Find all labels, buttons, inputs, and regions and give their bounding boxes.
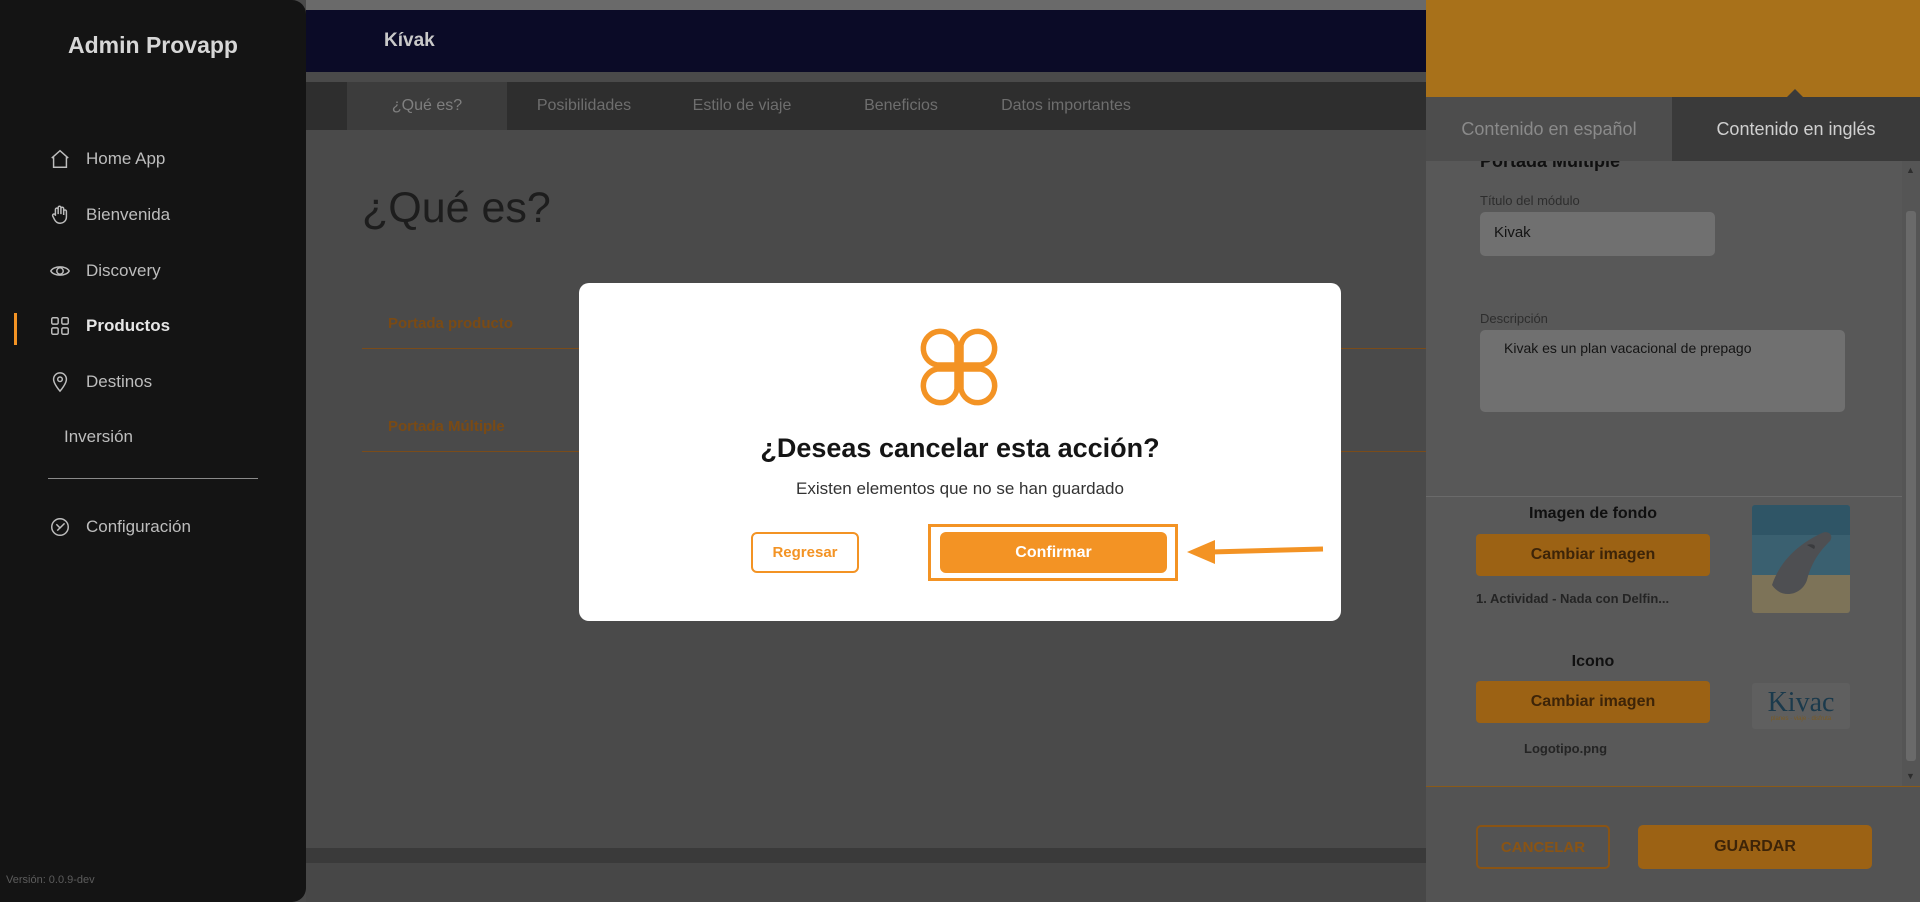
app-screen: Admin Provapp Home App Bienvenida Discov…: [0, 0, 1920, 902]
scroll-up-icon[interactable]: ▲: [1906, 165, 1915, 175]
home-icon: [48, 147, 72, 171]
scroll-down-icon[interactable]: ▼: [1906, 771, 1915, 781]
hand-wave-icon: [48, 203, 72, 227]
horizontal-scrollbar[interactable]: [306, 848, 1426, 863]
background-image-title: Imagen de fondo: [1529, 505, 1657, 522]
clover-logo-icon: [920, 328, 998, 406]
sidebar-item-label: Bienvenida: [86, 205, 171, 224]
sidebar-item-productos[interactable]: Productos: [48, 311, 170, 341]
grid-icon: [48, 314, 72, 338]
tab-que-es[interactable]: ¿Qué es?: [347, 82, 507, 130]
background-thumbnail: [1752, 505, 1850, 613]
panel-footer: CANCELAR GUARDAR: [1426, 786, 1920, 902]
sidebar-item-inversion[interactable]: Inversión: [64, 422, 133, 452]
version-label: Versión: 0.0.9-dev: [6, 874, 95, 886]
sidebar-item-label: Destinos: [86, 372, 153, 391]
sidebar-item-label: Inversión: [64, 427, 133, 446]
eye-icon: [48, 259, 72, 283]
change-icon-button[interactable]: Cambiar imagen: [1476, 681, 1710, 723]
sidebar-divider: [48, 478, 258, 479]
tab-datos-importantes[interactable]: Datos importantes: [986, 82, 1146, 130]
tab-estilo-de-viaje[interactable]: Estilo de viaje: [672, 82, 812, 130]
module-title-label: Título del módulo: [1480, 193, 1580, 208]
description-label: Descripción: [1480, 311, 1548, 326]
sidebar-item-configuracion[interactable]: Configuración: [48, 512, 191, 542]
brand-title: Admin Provapp: [68, 32, 238, 58]
panel-header: [1426, 0, 1920, 97]
icon-filename: Logotipo.png: [1524, 741, 1608, 756]
sidebar-item-bienvenida[interactable]: Bienvenida: [48, 200, 170, 230]
settings-icon: [48, 515, 72, 539]
icon-title: Icono: [1571, 653, 1615, 670]
sidebar-item-discovery[interactable]: Discovery: [48, 256, 161, 286]
background-filename: 1. Actividad - Nada con Delfin...: [1476, 591, 1670, 606]
pointer-arrow-icon: [1187, 540, 1324, 564]
sidebar: Admin Provapp Home App Bienvenida Discov…: [0, 0, 306, 902]
icon-logo-tagline: planes · viaje · disfruta: [1770, 716, 1832, 722]
media-section: Imagen de fondo Cambiar imagen 1. Activi…: [1426, 496, 1902, 786]
page-header-title: Kívak: [384, 30, 435, 51]
section-label: Portada Múltiple: [388, 418, 505, 435]
cancel-button[interactable]: CANCELAR: [1476, 825, 1610, 869]
save-button[interactable]: GUARDAR: [1638, 825, 1872, 869]
map-pin-icon: [48, 370, 72, 394]
change-background-button[interactable]: Cambiar imagen: [1476, 534, 1710, 576]
tab-beneficios[interactable]: Beneficios: [842, 82, 960, 130]
sidebar-item-label: Configuración: [86, 517, 191, 536]
back-button[interactable]: Regresar: [751, 532, 859, 573]
dialog-subtitle: Existen elementos que no se han guardado: [796, 479, 1124, 498]
edit-panel: Contenido en español Contenido en inglés…: [1426, 0, 1920, 902]
page-title: ¿Qué es?: [362, 184, 551, 232]
icon-logo-text: Kivac: [1767, 687, 1835, 718]
section-label: Portada producto: [388, 315, 514, 332]
confirm-button[interactable]: Confirmar: [940, 532, 1167, 573]
sidebar-item-destinos[interactable]: Destinos: [48, 367, 152, 397]
active-nav-marker: [14, 313, 17, 345]
confirm-cancel-dialog: ¿Deseas cancelar esta acción? Existen el…: [579, 283, 1341, 621]
sidebar-item-label: Discovery: [86, 261, 161, 280]
panel-section-title: Portada Múltiple: [1480, 161, 1621, 171]
tab-contenido-espanol[interactable]: Contenido en español: [1426, 97, 1672, 161]
module-title-input[interactable]: Kivak: [1480, 212, 1715, 256]
sidebar-item-home-app[interactable]: Home App: [48, 144, 165, 174]
sidebar-item-label: Home App: [86, 149, 166, 168]
tab-posibilidades[interactable]: Posibilidades: [518, 82, 650, 130]
bottom-strip: [306, 863, 1426, 902]
scrollbar-thumb[interactable]: [1906, 211, 1916, 761]
panel-vertical-scrollbar[interactable]: ▲ ▼: [1902, 161, 1920, 786]
panel-form: Portada Múltiple Título del módulo Kivak…: [1426, 161, 1902, 786]
product-tabs: ¿Qué es? Posibilidades Estilo de viaje B…: [306, 82, 1426, 130]
sidebar-item-label: Productos: [86, 316, 171, 335]
top-header: Kívak: [306, 0, 1426, 72]
description-textarea[interactable]: Kivak es un plan vacacional de prepago: [1480, 330, 1845, 412]
dialog-title: ¿Deseas cancelar esta acción?: [760, 433, 1160, 463]
icon-thumbnail: Kivac planes · viaje · disfruta: [1752, 683, 1850, 729]
tab-contenido-ingles[interactable]: Contenido en inglés: [1672, 97, 1920, 161]
